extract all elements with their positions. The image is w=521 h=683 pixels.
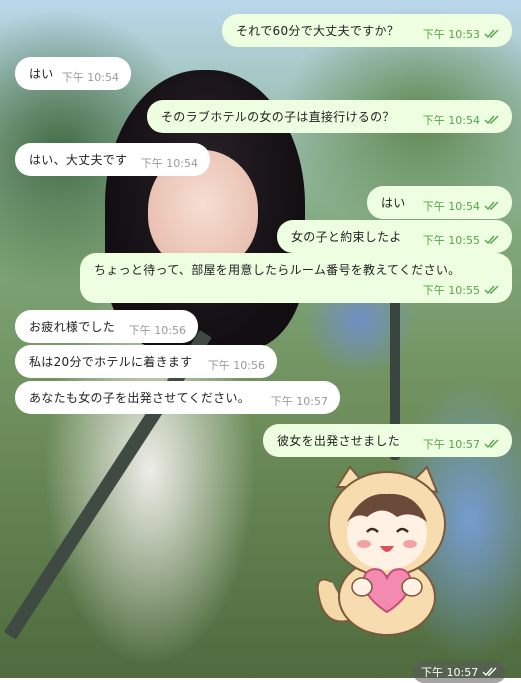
message-bubble-incoming[interactable]: 私は20分でホテルに着きます 下午 10:56 xyxy=(15,345,277,378)
message-meta: 下午 10:57 xyxy=(423,436,500,452)
message-bubble-incoming[interactable]: お疲れ様でした 下午 10:56 xyxy=(15,310,198,343)
message-meta: 下午 10:53 xyxy=(423,26,500,42)
message-meta: 下午 10:55 xyxy=(423,282,500,298)
message-time: 下午 10:56 xyxy=(128,324,186,337)
message-time: 下午 10:54 xyxy=(140,157,198,170)
message-text: 彼女を出発させました xyxy=(277,434,401,448)
message-time: 下午 10:57 xyxy=(270,395,328,408)
message-time: 下午 10:54 xyxy=(422,114,480,127)
bear-hood-girl-heart-sticker-icon[interactable] xyxy=(312,462,462,637)
message-bubble-incoming[interactable]: あなたも女の子を出発させてください。 下午 10:57 xyxy=(15,381,340,414)
message-text: そのラブホテルの女の子は直接行けるの？ xyxy=(161,110,395,124)
message-time: 下午 10:55 xyxy=(422,234,480,247)
message-time: 下午 10:55 xyxy=(422,284,480,297)
message-text: 私は20分でホテルに着きます xyxy=(29,355,193,369)
sticker-meta: 下午 10:57 xyxy=(413,661,507,683)
message-text: はい xyxy=(29,67,54,81)
message-meta: 下午 10:55 xyxy=(423,232,500,248)
message-text: それで60分で大丈夫ですか？ xyxy=(236,24,400,38)
message-bubble-outgoing[interactable]: そのラブホテルの女の子は直接行けるの？ 下午 10:54 xyxy=(147,100,512,133)
message-time: 下午 10:54 xyxy=(61,71,119,84)
message-meta: 下午 10:54 xyxy=(423,112,500,128)
message-bubble-outgoing[interactable]: 女の子と約束したよ 下午 10:55 xyxy=(277,220,512,253)
message-bubble-outgoing[interactable]: はい 下午 10:54 xyxy=(367,186,512,219)
message-time: 下午 10:54 xyxy=(422,200,480,213)
message-time: 下午 10:53 xyxy=(422,28,480,41)
message-text: あなたも女の子を出発させてください。 xyxy=(29,391,251,405)
message-bubble-outgoing[interactable]: ちょっと待って、部屋を用意したらルーム番号を教えてください。 下午 10:55 xyxy=(80,253,512,303)
message-bubble-outgoing[interactable]: それで60分で大丈夫ですか？ 下午 10:53 xyxy=(222,14,512,47)
read-double-check-icon xyxy=(484,439,500,449)
message-text: ちょっと待って、部屋を用意したらルーム番号を教えてください。 xyxy=(94,263,461,277)
message-text: はい、大丈夫です xyxy=(29,153,128,167)
message-time: 下午 10:56 xyxy=(207,359,265,372)
message-bubble-incoming[interactable]: はい 下午 10:54 xyxy=(15,57,131,90)
message-meta: 下午 10:54 xyxy=(423,198,500,214)
message-text: 女の子と約束したよ xyxy=(291,230,402,244)
read-double-check-icon xyxy=(484,285,500,295)
message-text: はい xyxy=(381,196,406,210)
read-double-check-icon xyxy=(484,115,500,125)
read-double-check-icon xyxy=(484,29,500,39)
message-time: 下午 10:57 xyxy=(422,438,480,451)
read-double-check-icon xyxy=(482,667,498,677)
message-bubble-outgoing[interactable]: 彼女を出発させました 下午 10:57 xyxy=(263,424,512,457)
message-text: お疲れ様でした xyxy=(29,320,116,334)
read-double-check-icon xyxy=(484,235,500,245)
message-bubble-incoming[interactable]: はい、大丈夫です 下午 10:54 xyxy=(15,143,210,176)
read-double-check-icon xyxy=(484,201,500,211)
